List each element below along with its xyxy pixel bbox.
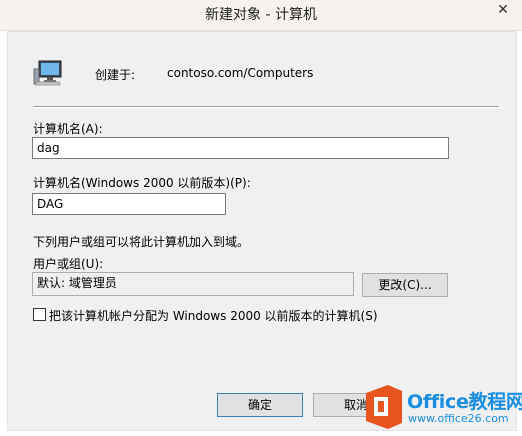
computer-icon	[33, 60, 62, 86]
created-in-label: 创建于:	[95, 68, 136, 82]
pre2000-name-input[interactable]: DAG	[32, 193, 226, 215]
office-logo-icon	[366, 385, 402, 429]
pre2000-name-label: 计算机名(Windows 2000 以前版本)(P):	[33, 176, 251, 190]
dialog-body	[7, 31, 517, 431]
user-group-field: 默认: 域管理员	[32, 272, 354, 296]
ok-button[interactable]: 确定	[217, 393, 303, 417]
computer-name-label: 计算机名(A):	[33, 122, 103, 136]
separator	[33, 106, 499, 108]
window-title: 新建对象 - 计算机	[205, 7, 317, 23]
computer-name-input[interactable]: dag	[32, 137, 449, 159]
watermark: Office教程网 www.office26.com	[362, 383, 522, 436]
assign-pre2000-checkbox[interactable]	[33, 308, 46, 321]
watermark-brand: Office教程网	[407, 391, 522, 413]
watermark-url: www.office26.com	[408, 412, 509, 425]
change-button[interactable]: 更改(C)...	[362, 273, 448, 297]
user-group-label: 用户或组(U):	[33, 257, 104, 271]
close-button[interactable]: ✕	[490, 1, 516, 19]
assign-pre2000-label[interactable]: 把该计算机帐户分配为 Windows 2000 以前版本的计算机(S)	[49, 307, 378, 324]
created-in-path: contoso.com/Computers	[167, 66, 314, 80]
join-info-text: 下列用户或组可以将此计算机加入到域。	[33, 235, 250, 249]
